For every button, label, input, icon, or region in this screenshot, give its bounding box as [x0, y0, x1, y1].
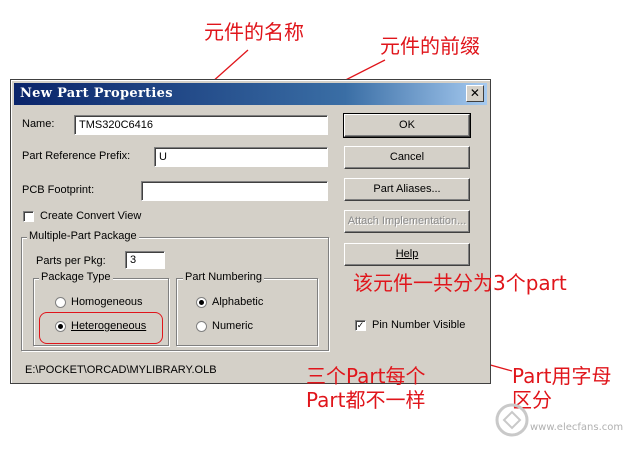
parts-per-pkg-label: Parts per Pkg:	[36, 255, 106, 267]
create-convert-view-label: Create Convert View	[40, 210, 142, 222]
name-annotation: 元件的名称	[204, 20, 304, 44]
heterogeneous-highlight-circle	[39, 312, 163, 344]
library-path: E:\POCKET\ORCAD\MYLIBRARY.OLB	[25, 364, 217, 376]
part-reference-prefix-input[interactable]: U	[154, 147, 328, 167]
name-label: Name:	[22, 118, 55, 130]
part-aliases-button[interactable]: Part Aliases...	[344, 178, 470, 201]
dialog-title: New Part Properties	[20, 86, 173, 101]
numeric-radio[interactable]	[196, 321, 207, 332]
pcb-footprint-label: PCB Footprint:	[22, 184, 95, 196]
pcb-footprint-input[interactable]	[141, 181, 328, 201]
close-icon: ✕	[469, 86, 481, 100]
name-input[interactable]: TMS320C6416	[74, 115, 328, 135]
watermark-logo-icon: www.elecfans.com	[495, 403, 623, 437]
homogeneous-radio[interactable]	[55, 297, 66, 308]
parts-per-pkg-input[interactable]: 3	[125, 251, 165, 269]
close-button[interactable]: ✕	[466, 85, 484, 102]
new-part-properties-dialog: New Part Properties ✕ Name: TMS320C6416 …	[10, 79, 491, 384]
package-type-label: Package Type	[39, 271, 113, 283]
attach-implementation-button[interactable]: Attach Implementation...	[344, 210, 470, 233]
watermark-logo: www.elecfans.com	[490, 396, 630, 444]
help-button[interactable]: Help	[344, 243, 470, 266]
part-numbering-group	[176, 278, 318, 346]
create-convert-view-checkbox[interactable]	[23, 211, 34, 222]
hetero-annotation-line2: Part都不一样	[306, 388, 426, 412]
pin-number-visible-checkbox[interactable]: ✓	[355, 320, 366, 331]
prefix-annotation: 元件的前缀	[380, 34, 480, 58]
alphabetic-radio[interactable]	[196, 297, 207, 308]
alphabetic-label: Alphabetic	[212, 296, 264, 308]
watermark-text: www.elecfans.com	[530, 422, 623, 433]
alpha-annotation-line1: Part用字母	[512, 364, 612, 388]
multiple-part-package-label: Multiple-Part Package	[27, 230, 139, 242]
cancel-button[interactable]: Cancel	[344, 146, 470, 169]
part-numbering-label: Part Numbering	[183, 271, 265, 283]
homogeneous-label: Homogeneous	[71, 296, 143, 308]
parts-annotation: 该元件一共分为3个part	[353, 271, 567, 295]
dialog-titlebar: New Part Properties ✕	[14, 83, 487, 105]
part-reference-prefix-label: Part Reference Prefix:	[22, 150, 131, 162]
pin-number-visible-label: Pin Number Visible	[372, 319, 466, 331]
hetero-annotation-line1: 三个Part每个	[306, 364, 426, 388]
numeric-label: Numeric	[212, 320, 253, 332]
ok-button[interactable]: OK	[343, 113, 471, 138]
